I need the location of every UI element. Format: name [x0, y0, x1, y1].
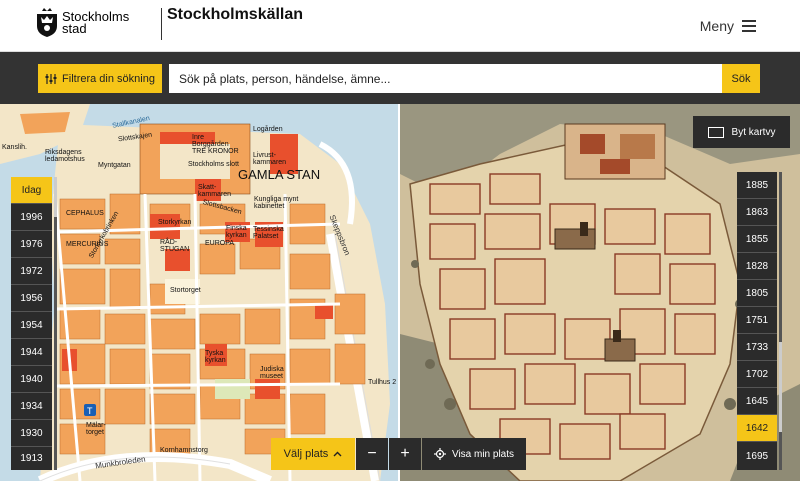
year-1934[interactable]: 1934 [11, 393, 52, 420]
map-label-malartorget: Mälar-torget [86, 422, 106, 436]
year-1954[interactable]: 1954 [11, 312, 52, 339]
map-label-tre-kronor: Inre Borggården TRE KRONOR [192, 134, 239, 155]
year-1751[interactable]: 1751 [737, 307, 777, 334]
year-1996[interactable]: 1996 [11, 204, 52, 231]
year-1863[interactable]: 1863 [737, 199, 777, 226]
subway-icon: T [84, 404, 96, 416]
map-label-tullhus: Tullhus 2 [368, 379, 397, 386]
year-1940[interactable]: 1940 [11, 366, 52, 393]
timeline-left-scrollbar[interactable] [54, 177, 57, 470]
map-label-tessinska: Tessinska Palatset [253, 226, 284, 240]
menu-button[interactable]: Meny [700, 18, 756, 34]
map-label-storkyrkan: Storkyrkan [158, 219, 192, 226]
map-label-judiska: Judiska museet [260, 366, 284, 380]
year-1913[interactable]: 1913 [11, 447, 52, 470]
my-place-label: Visa min plats [451, 448, 515, 460]
map-label-kanslihus: Kanslih. [2, 144, 27, 151]
year-1702[interactable]: 1702 [737, 361, 777, 388]
timeline-right-scroll-thumb[interactable] [779, 342, 782, 432]
filter-label: Filtrera din sökning [62, 72, 155, 85]
chevron-up-icon [333, 451, 342, 457]
map-view-icon [707, 126, 724, 138]
map-label-tyska-kyrkan: Tyska kyrkan [205, 350, 226, 364]
year-1642[interactable]: 1642 [737, 415, 777, 442]
filter-button[interactable]: Filtrera din sökning [38, 64, 162, 93]
svg-text:T: T [87, 406, 93, 416]
choose-place-button[interactable]: Välj plats [271, 438, 355, 470]
year-1645[interactable]: 1645 [737, 388, 777, 415]
sliders-icon [45, 73, 57, 84]
hamburger-icon [742, 20, 756, 32]
search-input[interactable] [169, 64, 722, 93]
swap-map-button[interactable]: Byt kartvy [693, 116, 790, 148]
search-bar: Filtrera din sökning Sök [0, 52, 800, 104]
year-1976[interactable]: 1976 [11, 231, 52, 258]
year-1972[interactable]: 1972 [11, 258, 52, 285]
locate-icon [433, 448, 446, 460]
year-1855[interactable]: 1855 [737, 226, 777, 253]
map-label-radstugan: RÅD-STUGAN [160, 239, 190, 253]
map-label-europa: EUROPA [205, 240, 235, 247]
stockholm-logo[interactable]: Stockholms stad [36, 8, 129, 38]
year-1885[interactable]: 1885 [737, 172, 777, 199]
timeline-left: Idag 1996 1976 1972 1956 1954 1944 1940 … [11, 177, 52, 470]
year-1944[interactable]: 1944 [11, 339, 52, 366]
map-label-gamla-stan: GAMLA STAN [238, 167, 321, 182]
map-label-logarden: Logården [253, 126, 283, 133]
site-header: Stockholms stad Stockholmskällan Meny [0, 0, 800, 52]
crown-shield-icon [37, 8, 57, 37]
map-label-riksdagens: Riksdagens ledamotshus [45, 149, 85, 163]
year-idag[interactable]: Idag [11, 177, 52, 204]
map-label-kungliga-mynt: Kungliga mynt kabinettet [254, 196, 299, 210]
map-label-livrustkammaren: Livrust-kammaren [253, 152, 287, 166]
modern-map[interactable]: GAMLA STAN Stockholms slott Storkyrkan R… [0, 104, 399, 481]
logo-line-2: stad [62, 21, 87, 36]
site-title[interactable]: Stockholmskällan [167, 6, 303, 24]
map-label-finska-kyrkan: Finska kyrkan [226, 225, 247, 239]
map-label-kornhamnstorg: Kornhamnstorg [160, 447, 208, 454]
map-label-stortorget: Stortorget [170, 287, 201, 294]
year-1805[interactable]: 1805 [737, 280, 777, 307]
year-1695[interactable]: 1695 [737, 442, 777, 470]
map-label-myntgatan: Myntgatan [98, 162, 131, 169]
menu-label: Meny [699, 18, 734, 34]
year-1733[interactable]: 1733 [737, 334, 777, 361]
map-label-slottet: Stockholms slott [188, 161, 239, 168]
search-button[interactable]: Sök [722, 64, 760, 93]
timeline-left-scroll-thumb[interactable] [54, 177, 57, 217]
zoom-out-button[interactable]: − [356, 438, 388, 470]
header-divider [161, 8, 162, 40]
show-my-location-button[interactable]: Visa min plats [422, 438, 526, 470]
year-1828[interactable]: 1828 [737, 253, 777, 280]
choose-place-label: Välj plats [283, 448, 329, 460]
year-1930[interactable]: 1930 [11, 420, 52, 447]
swap-map-label: Byt kartvy [731, 126, 776, 138]
timeline-right-scrollbar[interactable] [779, 172, 782, 470]
year-1956[interactable]: 1956 [11, 285, 52, 312]
timeline-right: 1885 1863 1855 1828 1805 1751 1733 1702 … [737, 172, 777, 470]
zoom-in-button[interactable]: + [389, 438, 421, 470]
map-label-cephalus: CEPHALUS [66, 210, 104, 217]
map-label-skattkammaren: Skatt-kammaren [198, 184, 232, 198]
